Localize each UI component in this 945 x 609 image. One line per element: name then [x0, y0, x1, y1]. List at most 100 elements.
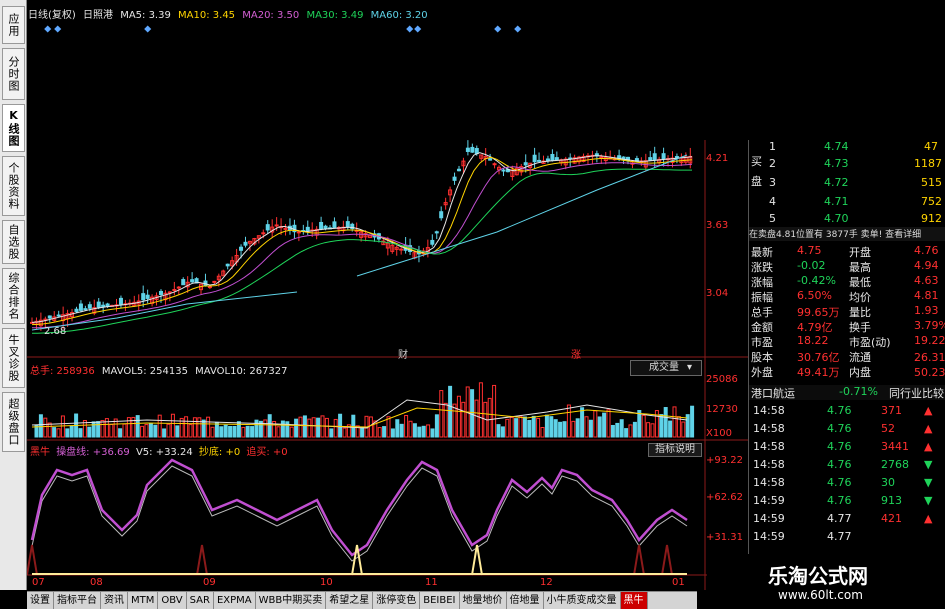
- quote-label: 最高: [849, 261, 871, 274]
- industry-compare-link[interactable]: 同行业比较: [889, 385, 944, 401]
- candle-body: [78, 303, 83, 311]
- tick-volume: 371: [881, 404, 902, 417]
- tab-indicator[interactable]: MTM: [128, 592, 159, 609]
- sidebar-item-apps[interactable]: 应用: [2, 6, 25, 44]
- quote-label: 量比: [849, 306, 871, 319]
- v5-line: [31, 465, 688, 562]
- stock-name: 日照港: [83, 10, 113, 21]
- volume-bar: [175, 425, 180, 438]
- tab-indicator[interactable]: WBB中期买卖: [256, 592, 327, 609]
- quote-label: 市盈(动): [849, 336, 891, 349]
- volume-bar: [267, 414, 272, 438]
- order-level-index: 5: [769, 212, 776, 225]
- candle-body: [261, 232, 266, 235]
- volume-bar: [593, 410, 598, 438]
- candle-body: [239, 246, 244, 251]
- sidebar-item-intraday[interactable]: 分时图: [2, 48, 25, 100]
- price-label-low: 3.04: [706, 288, 729, 299]
- volume-bar: [606, 409, 611, 438]
- order-level-volume: 1187: [914, 157, 942, 170]
- watermark: 乐淘公式网 www.60lt.com: [748, 554, 945, 609]
- tab-indicator[interactable]: 涨停变色: [373, 592, 421, 609]
- tick-price: 4.77: [827, 530, 852, 543]
- finance-mark[interactable]: 财: [398, 346, 408, 361]
- volume-bar: [188, 424, 193, 438]
- tab-indicator[interactable]: 设置: [27, 592, 54, 609]
- tab-indicator[interactable]: 倍地量: [507, 592, 544, 609]
- quote-row: 外盘 49.41万内盘 50.23万: [749, 364, 945, 379]
- tab-indicator[interactable]: 黑牛: [620, 592, 648, 609]
- volume-bar: [580, 407, 585, 438]
- volume-bar: [434, 414, 439, 438]
- volume-bar: [544, 414, 549, 438]
- quote-label: 市盈: [751, 336, 773, 349]
- tab-indicator[interactable]: EXPMA: [214, 592, 256, 609]
- indicator-help-button[interactable]: 指标说明: [648, 443, 702, 457]
- ma60-value: MA60: 3.20: [370, 10, 428, 21]
- sidebar-item-super-handicap[interactable]: 超级盘口: [2, 392, 25, 452]
- event-diamond-icon: [406, 25, 414, 33]
- sidebar-item-kline[interactable]: K线图: [2, 104, 25, 152]
- quote-label: 流通: [849, 351, 871, 364]
- volume-bar: [672, 406, 677, 438]
- candle-body: [492, 163, 497, 166]
- candle-body: [501, 169, 506, 172]
- tick-price: 4.76: [827, 494, 852, 507]
- volume-bar: [478, 382, 483, 438]
- tab-indicator[interactable]: 希望之星: [326, 592, 374, 609]
- sector-row[interactable]: 港口航运 -0.71% 同行业比较: [749, 385, 945, 400]
- tab-indicator[interactable]: 地量地价: [460, 592, 507, 609]
- sidebar-item-watchlist[interactable]: 自选股: [2, 220, 25, 264]
- candle-body: [176, 286, 181, 289]
- quote-row: 总手 99.65万 量比 1.93: [749, 304, 945, 319]
- volume-bar: [351, 414, 356, 438]
- volume-bar: [100, 420, 105, 438]
- order-level-price: 4.74: [824, 140, 849, 153]
- volume-bar: [276, 426, 281, 438]
- candle-body: [430, 239, 435, 245]
- tab-indicator[interactable]: 指标平台: [54, 592, 101, 609]
- tab-indicator[interactable]: 资讯: [101, 592, 128, 609]
- candle-body: [319, 221, 324, 230]
- tab-indicator[interactable]: SAR: [187, 592, 214, 609]
- tick-price: 4.76: [827, 440, 852, 453]
- volume-bar: [461, 401, 466, 438]
- tick-price: 4.76: [827, 422, 852, 435]
- event-diamond-icon: [44, 25, 52, 33]
- limit-up-mark[interactable]: 涨: [571, 346, 581, 361]
- candle-body: [488, 158, 493, 161]
- tab-indicator[interactable]: 小牛质变成交量: [544, 592, 621, 609]
- tick-row: 14:59 4.77 421 ▲: [749, 512, 945, 527]
- volume-bar: [360, 426, 365, 438]
- volume-bar: [87, 426, 92, 438]
- quote-value: 18.22: [797, 334, 829, 347]
- volume-bar: [676, 416, 681, 438]
- price-label-high: 4.21: [706, 153, 729, 164]
- volume-bar: [294, 418, 299, 438]
- volume-dropdown[interactable]: 成交量 ▾: [630, 360, 702, 376]
- tab-indicator[interactable]: OBV: [158, 592, 187, 609]
- sidebar-item-diagnosis[interactable]: 牛叉诊股: [2, 328, 25, 388]
- volume-bar: [298, 416, 303, 438]
- date-label: 12: [540, 577, 553, 588]
- volume-bar: [43, 417, 48, 438]
- tab-indicator[interactable]: BEIBEI: [420, 592, 460, 609]
- sidebar-item-stock-info[interactable]: 个股资料: [2, 156, 25, 216]
- big-order-alert[interactable]: 在卖盘4.81位置有 3877手 卖单! 查看详细: [749, 227, 945, 241]
- volume-bar: [641, 414, 646, 438]
- ma5-value: MA5: 3.39: [120, 10, 171, 21]
- volume-bar: [219, 426, 224, 438]
- candle-body: [243, 241, 248, 246]
- candle-body: [87, 304, 92, 309]
- volume-bar: [91, 421, 96, 438]
- sidebar-item-ranking[interactable]: 综合排名: [2, 268, 25, 324]
- indicator-zm-value: 追买: +0: [246, 447, 288, 458]
- date-label: 01: [672, 577, 685, 588]
- volume-bar: [470, 389, 475, 438]
- candle-body: [523, 162, 528, 166]
- volume-bar: [624, 428, 629, 438]
- kline-chart-area[interactable]: [27, 0, 748, 590]
- volume-bar: [368, 416, 373, 438]
- volume-bar: [610, 424, 615, 438]
- candle-body: [332, 221, 337, 229]
